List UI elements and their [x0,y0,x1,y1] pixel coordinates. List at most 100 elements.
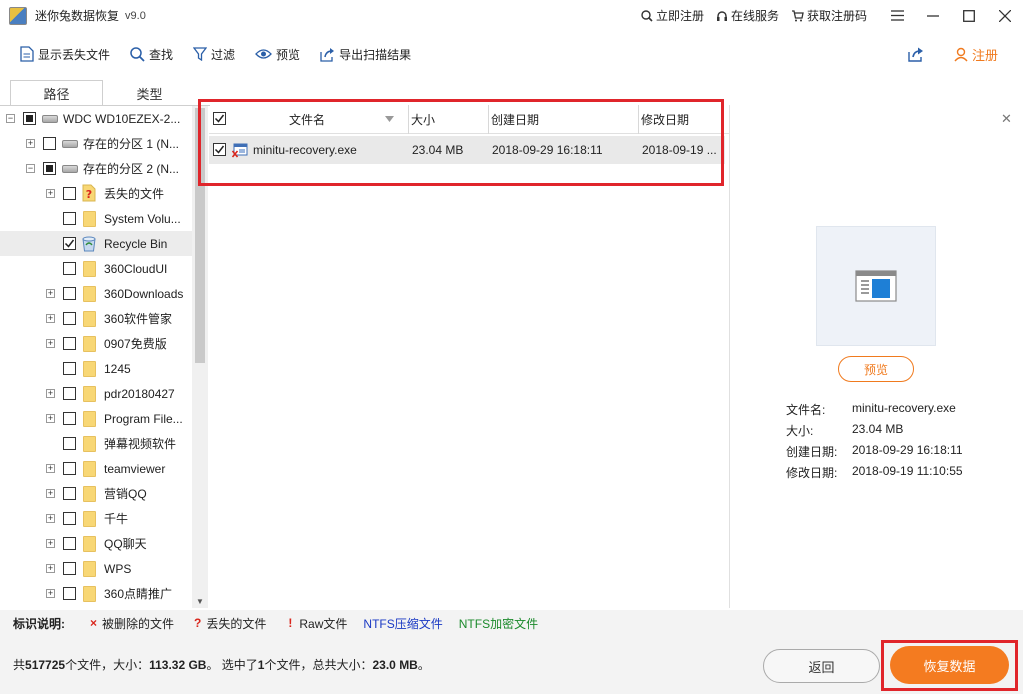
find-button[interactable]: 查找 [130,46,173,63]
expand-icon[interactable]: + [46,564,55,573]
preview-button[interactable]: 预览 [255,46,300,63]
back-button[interactable]: 返回 [763,649,880,683]
tree-item[interactable]: + 360Downloads [0,281,192,306]
expand-icon[interactable]: + [46,539,55,548]
tree-checkbox[interactable] [63,462,76,475]
tree-checkbox[interactable] [63,387,76,400]
export-scan-results-button[interactable]: 导出扫描结果 [320,46,411,63]
tab-type[interactable]: 类型 [103,80,196,106]
expand-icon[interactable]: + [46,489,55,498]
folder-icon [83,210,96,227]
tree-item[interactable]: 360CloudUI [0,256,192,281]
folder-icon [83,385,96,402]
tree-item[interactable]: + 0907免费版 [0,331,192,356]
header-size-column[interactable]: 大小 [409,105,489,134]
expand-icon[interactable]: + [46,339,55,348]
close-button[interactable] [987,0,1023,31]
collapse-icon[interactable]: − [26,164,35,173]
scroll-thumb[interactable] [195,108,205,363]
register-button[interactable]: 注册 [954,45,998,64]
header-created-column[interactable]: 创建日期 [489,105,639,134]
tree-checkbox[interactable] [23,112,36,125]
tree-item[interactable]: + 360点睛推广 [0,581,192,606]
expand-icon[interactable]: + [46,589,55,598]
file-row-checkbox[interactable] [213,143,226,156]
tree-checkbox[interactable] [63,312,76,325]
tree-checkbox[interactable] [63,262,76,275]
tree-checkbox[interactable] [43,162,56,175]
scroll-down-icon[interactable]: ▼ [196,597,204,606]
tree-item[interactable]: + ? 丢失的文件 [0,181,192,206]
register-now-link[interactable]: 立即注册 [641,7,704,24]
share-button[interactable] [908,47,924,62]
close-icon [999,9,1011,22]
tree-partition-2[interactable]: − 存在的分区 2 (N... [0,156,192,181]
minimize-button[interactable] [915,0,951,31]
tree-item[interactable]: + Program File... [0,406,192,431]
tree-checkbox[interactable] [63,412,76,425]
expand-icon[interactable]: + [46,514,55,523]
tree-checkbox[interactable] [63,587,76,600]
tree-item[interactable]: + QQ聊天 [0,531,192,556]
expand-icon[interactable]: + [46,289,55,298]
tree-item[interactable]: System Volu... [0,206,192,231]
total-files-count: 517725 [25,658,66,672]
tree-item[interactable]: + 360软件管家 [0,306,192,331]
tree-disk[interactable]: − WDC WD10EZEX-2... [0,106,192,131]
tree-item[interactable]: + 千牛 [0,506,192,531]
expand-icon[interactable]: + [46,189,55,198]
header-modified-column[interactable]: 修改日期 [639,105,729,134]
close-preview-icon[interactable]: ✕ [1001,111,1012,127]
file-row[interactable]: minitu-recovery.exe 23.04 MB 2018-09-29 … [209,136,725,164]
tree-item-selected[interactable]: Recycle Bin [0,231,192,256]
eye-icon [255,49,272,59]
collapse-icon[interactable]: − [6,114,15,123]
tree-checkbox[interactable] [63,287,76,300]
tree-checkbox[interactable] [63,537,76,550]
folder-icon [83,285,96,302]
preview-file-button[interactable]: 预览 [838,356,914,382]
expand-icon[interactable]: + [46,464,55,473]
tree-checkbox[interactable] [63,362,76,375]
header-name-column[interactable]: 文件名 [209,105,409,134]
tree-item[interactable]: + pdr20180427 [0,381,192,406]
tree-checkbox[interactable] [63,337,76,350]
tree-item[interactable]: + WPS [0,556,192,581]
expand-icon[interactable]: + [46,314,55,323]
tree-checkbox[interactable] [63,187,76,200]
tree-item[interactable]: + teamviewer [0,456,192,481]
expand-icon[interactable]: + [46,389,55,398]
menu-icon [890,10,904,21]
filter-button[interactable]: 过滤 [193,46,235,63]
tab-path[interactable]: 路径 [10,80,103,106]
tree-scrollbar[interactable]: ▼ [192,106,208,608]
tree-checkbox[interactable] [63,212,76,225]
tree-checkbox[interactable] [63,437,76,450]
tree-checkbox[interactable] [43,137,56,150]
tree-checkbox-checked[interactable] [63,237,76,250]
tree-checkbox[interactable] [63,487,76,500]
folder-icon [83,460,96,477]
tree-partition-1[interactable]: + 存在的分区 1 (N... [0,131,192,156]
tree-checkbox[interactable] [63,512,76,525]
info-label-modified: 修改日期: [786,466,838,480]
lock-icon [641,9,653,22]
show-lost-files-button[interactable]: 显示丢失文件 [20,46,110,63]
maximize-button[interactable] [951,0,987,31]
get-code-link[interactable]: 获取注册码 [791,7,867,24]
expand-icon[interactable]: + [46,414,55,423]
tree-item[interactable]: + 营销QQ [0,481,192,506]
folder-icon [83,510,96,527]
menu-button[interactable] [879,0,915,31]
info-label-created: 创建日期: [786,445,838,459]
select-all-checkbox[interactable] [213,112,226,125]
online-service-link[interactable]: 在线服务 [716,7,779,24]
expand-icon[interactable]: + [26,139,35,148]
sort-arrow-icon [385,116,394,122]
tree-item[interactable]: 弹幕视频软件 [0,431,192,456]
recover-data-button[interactable]: 恢复数据 [890,646,1009,684]
tree-checkbox[interactable] [63,562,76,575]
tree-item[interactable]: 1245 [0,356,192,381]
info-label-size: 大小: [786,424,814,438]
file-table-header: 文件名 大小 创建日期 修改日期 [209,105,729,134]
